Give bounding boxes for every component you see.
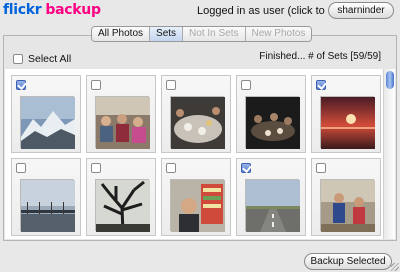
photo-thumbnail[interactable]: [95, 179, 150, 233]
photo-thumbnail[interactable]: [20, 96, 75, 149]
photo-checkbox[interactable]: [241, 163, 251, 173]
photo-cell[interactable]: [236, 158, 306, 236]
photo-checkbox[interactable]: [241, 80, 251, 90]
tab-all-photos[interactable]: All Photos: [92, 27, 151, 41]
photo-cell[interactable]: [161, 158, 231, 236]
view-tabs: All Photos Sets Not In Sets New Photos: [91, 26, 313, 42]
photo-panel: Select All Finished... # of Sets [59/59]: [3, 35, 397, 241]
photo-thumbnail[interactable]: [95, 96, 150, 149]
logo-backup: backup: [45, 2, 101, 18]
photo-thumbnail[interactable]: [245, 179, 300, 232]
photo-checkbox[interactable]: [316, 163, 326, 173]
status-text: Finished... # of Sets [59/59]: [259, 51, 381, 62]
photo-thumbnail[interactable]: [320, 96, 375, 149]
photo-cell[interactable]: [161, 75, 231, 153]
photo-cell[interactable]: [11, 158, 81, 236]
select-all-checkbox[interactable]: [13, 54, 23, 64]
photo-cell[interactable]: [86, 75, 156, 153]
photo-checkbox[interactable]: [91, 163, 101, 173]
photo-grid: [5, 69, 383, 239]
app-logo: flickr backup: [3, 2, 101, 18]
photo-checkbox[interactable]: [16, 80, 26, 90]
photo-thumbnail[interactable]: [20, 179, 75, 232]
vertical-scrollbar[interactable]: [383, 69, 395, 239]
select-all-control[interactable]: Select All: [13, 53, 71, 65]
photo-thumbnail[interactable]: [245, 96, 300, 149]
photo-thumbnail[interactable]: [320, 179, 375, 232]
scrollbar-thumb[interactable]: [386, 71, 394, 89]
photo-checkbox[interactable]: [166, 80, 176, 90]
resize-grip[interactable]: [391, 263, 399, 271]
tab-not-in-sets[interactable]: Not In Sets: [183, 27, 246, 41]
photo-checkbox[interactable]: [166, 163, 176, 173]
username-button[interactable]: sharninder: [328, 2, 394, 19]
select-all-label: Select All: [28, 53, 72, 65]
photo-checkbox[interactable]: [91, 80, 101, 90]
photo-checkbox[interactable]: [316, 80, 326, 90]
photo-thumbnail[interactable]: [170, 96, 225, 149]
photo-cell[interactable]: [11, 75, 81, 153]
photo-checkbox[interactable]: [16, 163, 26, 173]
photo-thumbnail[interactable]: [170, 179, 225, 232]
backup-selected-button[interactable]: Backup Selected: [304, 253, 392, 270]
photo-cell[interactable]: [311, 158, 381, 236]
tab-sets[interactable]: Sets: [150, 27, 184, 41]
photo-cell[interactable]: [86, 158, 156, 236]
photo-cell[interactable]: [236, 75, 306, 153]
tab-new-photos[interactable]: New Photos: [245, 27, 312, 41]
logo-flickr: flickr: [3, 2, 42, 18]
photo-cell[interactable]: [311, 75, 381, 153]
